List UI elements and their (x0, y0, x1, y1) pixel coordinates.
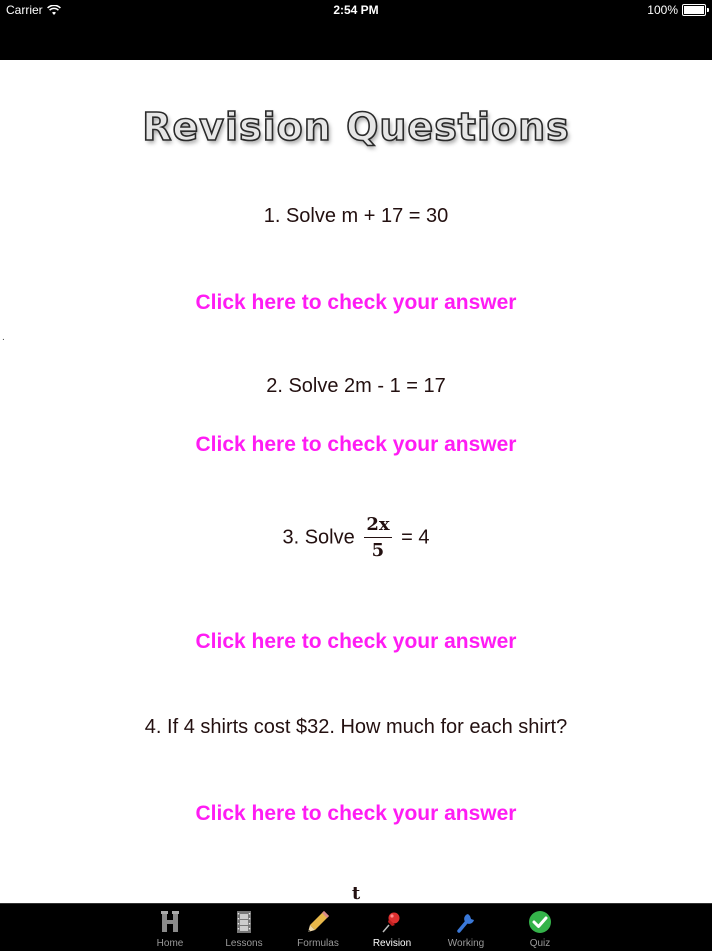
battery-fill (684, 6, 704, 14)
tab-quiz[interactable]: Quiz (503, 904, 577, 951)
question-5-numerator: t (351, 883, 361, 903)
tab-label: Revision (372, 938, 412, 949)
film-icon (237, 911, 251, 933)
question-5-partial: t (0, 882, 712, 903)
tab-lessons[interactable]: Lessons (207, 904, 281, 951)
check-answer-link-4[interactable]: Click here to check your answer (0, 802, 712, 826)
question-3-suffix: = 4 (395, 526, 430, 549)
tab-label: Quiz (529, 938, 551, 949)
stray-mark: . (2, 332, 5, 343)
page-title: Revision Questions (141, 104, 570, 150)
question-4: 4. If 4 shirts cost $32. How much for ea… (144, 716, 568, 738)
revision-page[interactable]: Revision Questions 1. Solve m + 17 = 30 … (0, 60, 712, 903)
home-h-icon (161, 911, 179, 932)
question-3-prefix: 3. Solve (282, 526, 361, 549)
tab-label: Working (447, 938, 485, 949)
tab-label: Formulas (297, 938, 339, 949)
question-3: 3. Solve 2x 5 = 4 (0, 515, 712, 561)
wrench-icon (457, 914, 474, 933)
fraction: 2x 5 (364, 515, 392, 561)
pushpin-icon (382, 912, 400, 933)
checkmark-icon (529, 911, 551, 933)
question-1: 1. Solve m + 17 = 30 (263, 205, 449, 227)
battery-percent: 100% (647, 3, 678, 17)
tab-revision[interactable]: Revision (355, 904, 429, 951)
tab-label: Home (156, 938, 184, 949)
tab-working[interactable]: Working (429, 904, 503, 951)
fraction-denominator: 5 (371, 539, 385, 561)
check-answer-link-2[interactable]: Click here to check your answer (0, 433, 712, 457)
fraction-numerator: 2x (364, 515, 392, 538)
tab-formulas[interactable]: Formulas (281, 904, 355, 951)
tab-bar: Home Lessons Formulas Revision Working Q… (0, 903, 712, 951)
pencil-icon (308, 911, 329, 932)
check-answer-link-3[interactable]: Click here to check your answer (0, 630, 712, 654)
battery-icon (682, 4, 709, 16)
status-bar: Carrier 2:54 PM 100% (0, 0, 712, 60)
check-answer-link-1[interactable]: Click here to check your answer (0, 291, 712, 315)
question-2: 2. Solve 2m - 1 = 17 (266, 375, 446, 397)
tab-label: Lessons (225, 938, 263, 949)
status-right: 100% (647, 3, 709, 17)
tab-home[interactable]: Home (133, 904, 207, 951)
status-time: 2:54 PM (333, 3, 379, 17)
